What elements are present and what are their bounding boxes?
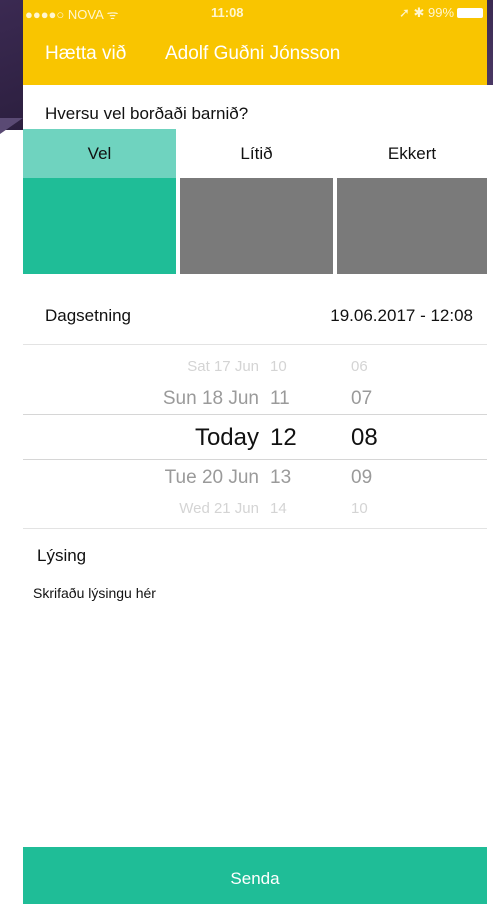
picker-minute: 08 [351,424,378,451]
status-bar: ●●●●○ NOVA ᯤ 11:08 ➚ ✱ 99% [23,0,487,24]
description-label: Lýsing [37,546,87,565]
picker-hour: 13 [270,467,292,488]
option-litid[interactable]: Lítið [180,129,333,274]
phone-screen: ●●●●○ NOVA ᯤ 11:08 ➚ ✱ 99% Hætta við Ado… [23,0,487,904]
picker-hour: 11 [270,388,290,409]
status-right: ➚ ✱ 99% [399,5,483,21]
meal-options: Vel Lítið Ekkert [23,129,487,274]
slide-background-right [487,0,493,904]
picker-hour: 14 [270,500,287,517]
battery-icon [457,8,483,18]
date-time-picker[interactable]: Sat 17 Jun 10 06 Sun 18 Jun 11 07 Today … [23,346,487,526]
child-name-title: Adolf Guðni Jónsson [165,43,341,64]
option-ekkert-label: Ekkert [337,129,487,178]
option-vel-swatch [23,178,176,274]
picker-minute: 09 [351,467,373,488]
picker-day: Tue 20 Jun [164,467,259,488]
battery-percent: ➚ ✱ 99% [398,5,454,20]
status-time: 11:08 [211,5,244,20]
slide-fold-shape [0,118,23,134]
picker-selection-bottom-line [23,459,487,460]
carrier-signal: ●●●●○ NOVA ᯤ [25,7,119,22]
slide-background-left [0,0,23,904]
description-divider [23,528,487,529]
description-input[interactable]: Skrifaðu lýsingu hér [33,585,477,755]
picker-day: Sun 18 Jun [162,388,259,409]
picker-day: Today [194,424,259,451]
date-row: Dagsetning 19.06.2017 - 12:08 [23,296,487,345]
meal-question: Hversu vel borðaði barnið? [45,104,249,123]
option-litid-swatch [180,178,333,274]
option-vel[interactable]: Vel [23,129,176,274]
option-ekkert[interactable]: Ekkert [337,129,487,274]
picker-day: Wed 21 Jun [179,500,259,517]
picker-hour: 12 [270,424,297,451]
option-ekkert-swatch [337,178,487,274]
date-label: Dagsetning [45,306,132,325]
send-button[interactable]: Senda [23,847,487,904]
option-vel-label: Vel [23,129,176,178]
option-litid-label: Lítið [180,129,333,178]
slide-purple-corner [487,0,493,85]
picker-hour: 10 [270,358,287,375]
slide-purple-block [0,0,23,130]
picker-day: Sat 17 Jun [187,358,259,375]
cancel-button[interactable]: Hætta við [45,43,126,65]
app-header: ●●●●○ NOVA ᯤ 11:08 ➚ ✱ 99% Hætta við Ado… [23,0,487,85]
picker-minute: 06 [351,358,368,375]
picker-minute: 10 [351,500,368,517]
picker-selection-top-line [23,414,487,415]
picker-minute: 07 [351,388,373,409]
date-value[interactable]: 19.06.2017 - 12:08 [330,306,473,326]
